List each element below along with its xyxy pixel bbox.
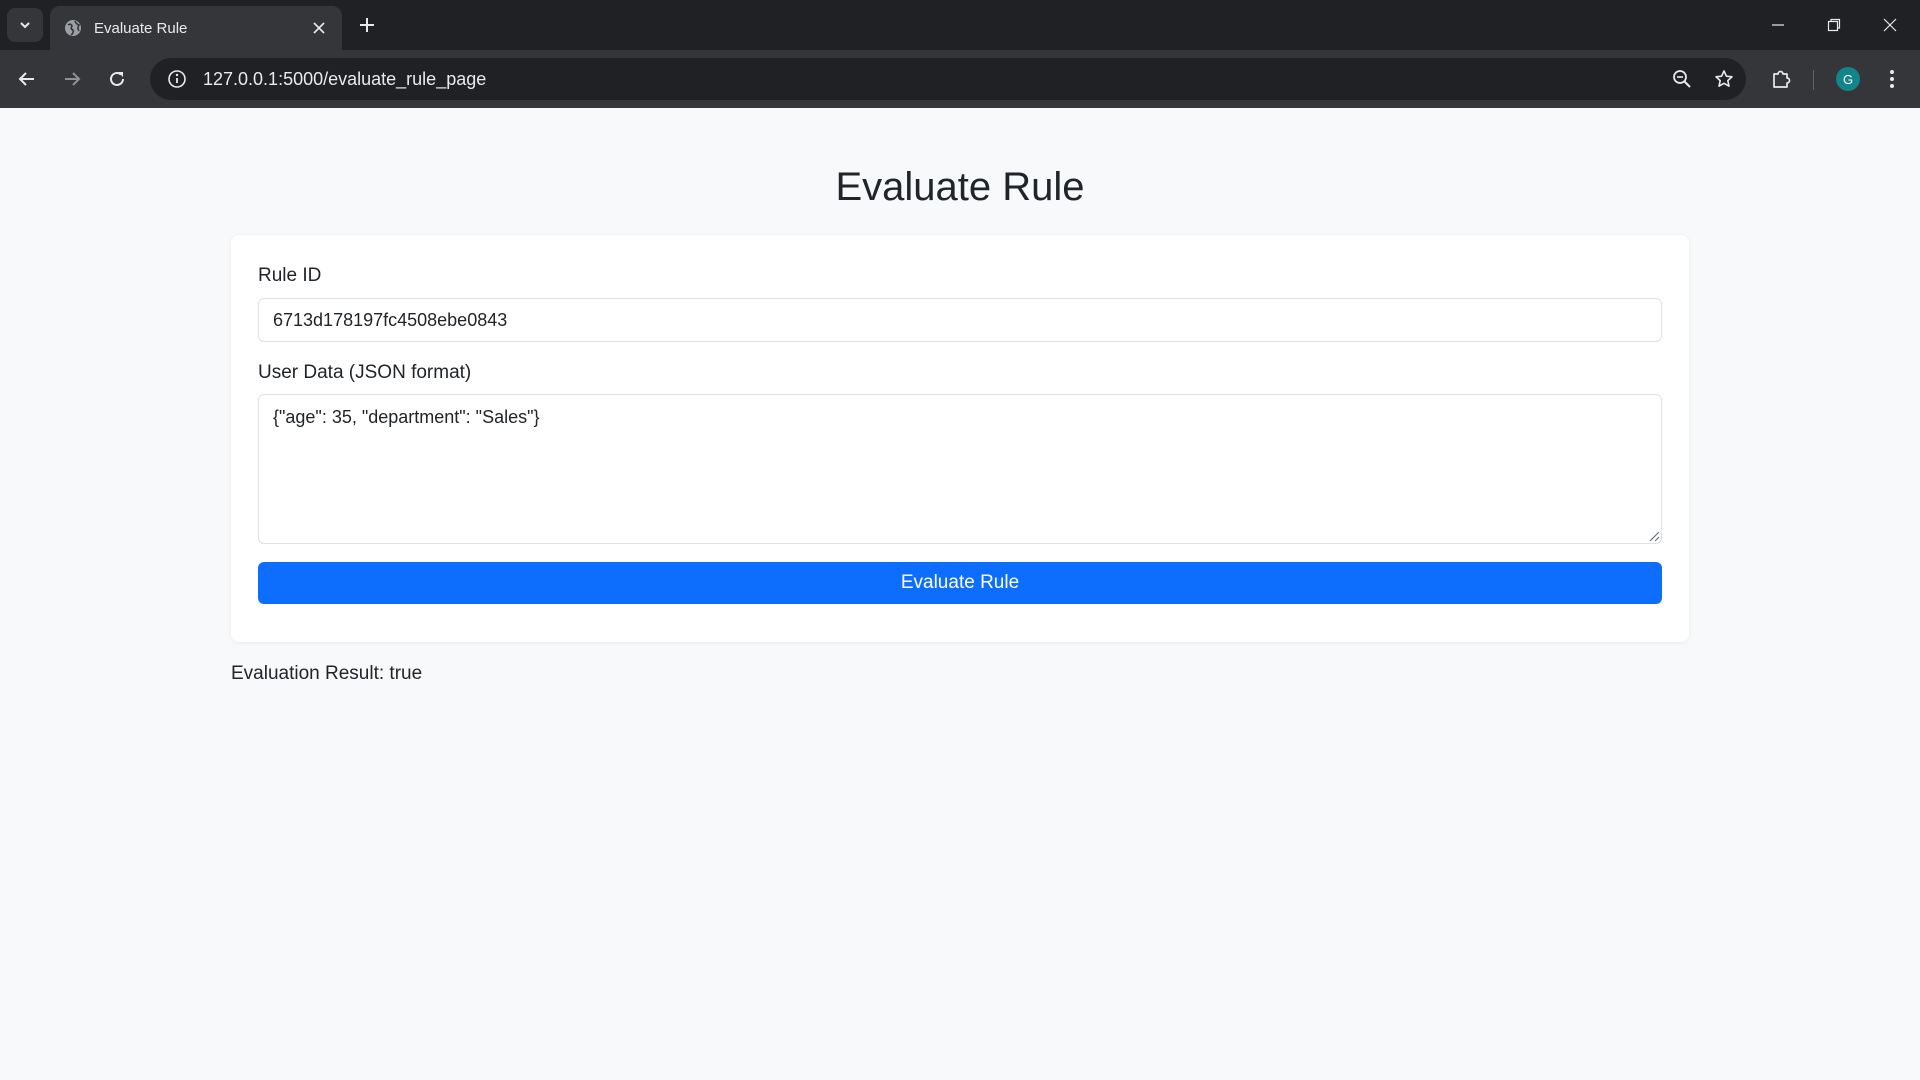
info-icon[interactable] xyxy=(156,58,198,100)
restore-button[interactable] xyxy=(1806,0,1862,50)
page-title: Evaluate Rule xyxy=(835,165,1085,209)
plus-icon xyxy=(360,18,374,32)
tab-search-button[interactable] xyxy=(7,8,43,42)
evaluate-rule-button[interactable]: Evaluate Rule xyxy=(258,562,1662,604)
address-bar[interactable]: 127.0.0.1:5000/evaluate_rule_page xyxy=(150,58,1746,100)
kebab-menu-icon[interactable] xyxy=(1874,61,1910,97)
close-icon[interactable] xyxy=(308,17,330,39)
restore-icon xyxy=(1827,18,1841,32)
puzzle-icon[interactable] xyxy=(1763,61,1799,97)
url-text[interactable]: 127.0.0.1:5000/evaluate_rule_page xyxy=(203,69,1662,90)
user-data-textarea[interactable]: {"age": 35, "department": "Sales"} xyxy=(258,394,1662,544)
user-data-label: User Data (JSON format) xyxy=(258,362,472,383)
resize-grip-icon[interactable] xyxy=(1648,530,1660,542)
browser-toolbar: 127.0.0.1:5000/evaluate_rule_page xyxy=(0,50,1920,108)
arrow-right-icon xyxy=(65,72,81,86)
globe-icon xyxy=(64,19,82,37)
tab-evaluate-rule[interactable]: Evaluate Rule xyxy=(50,6,342,50)
close-window-button[interactable] xyxy=(1862,0,1918,50)
reload-icon xyxy=(110,71,124,86)
star-icon[interactable] xyxy=(1704,59,1744,99)
new-tab-button[interactable] xyxy=(352,10,382,40)
reload-button[interactable] xyxy=(99,61,135,97)
rule-id-label: Rule ID xyxy=(258,265,322,286)
forward-button[interactable] xyxy=(54,61,90,97)
minimize-button[interactable] xyxy=(1750,0,1806,50)
toolbar-divider xyxy=(1813,70,1814,90)
evaluation-result: Evaluation Result: true xyxy=(231,663,423,684)
close-icon xyxy=(1883,18,1897,32)
page-content: Evaluate Rule Rule ID User Data (JSON fo… xyxy=(0,108,1920,1080)
avatar[interactable]: G xyxy=(1836,67,1860,91)
back-button[interactable] xyxy=(9,61,45,97)
zoom-icon[interactable] xyxy=(1662,59,1702,99)
arrow-left-icon xyxy=(18,72,34,86)
minimize-icon xyxy=(1772,24,1784,26)
evaluate-form-card: Rule ID User Data (JSON format) {"age": … xyxy=(231,235,1689,642)
rule-id-input[interactable] xyxy=(258,298,1662,342)
tab-title: Evaluate Rule xyxy=(94,19,188,37)
chevron-down-icon xyxy=(20,22,30,29)
tab-strip: Evaluate Rule xyxy=(0,0,1920,50)
